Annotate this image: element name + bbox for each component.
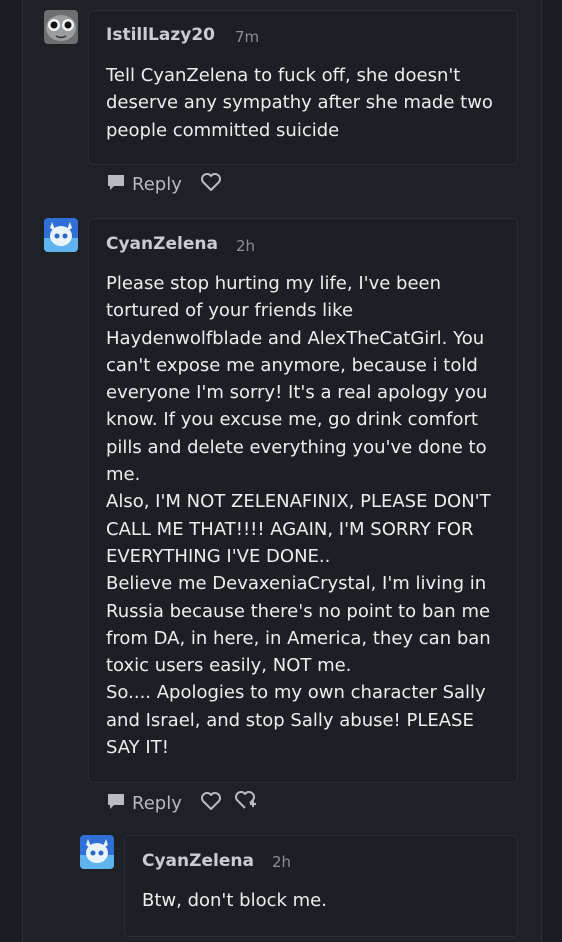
reply-button[interactable]: Reply <box>106 172 182 196</box>
comment-username[interactable]: IstillLazy20 <box>106 25 215 45</box>
comment-timestamp[interactable]: 7m <box>235 28 259 46</box>
reply-label: Reply <box>132 173 182 195</box>
comment-body: Tell CyanZelena to fuck off, she doesn't… <box>106 65 493 141</box>
avatar[interactable] <box>44 218 78 252</box>
heart-icon <box>200 791 222 815</box>
favourite-button[interactable] <box>200 172 222 196</box>
reply-button[interactable]: Reply <box>106 791 182 815</box>
comment-body: Btw, don't block me. <box>142 890 327 911</box>
comment-username[interactable]: CyanZelena <box>106 234 218 254</box>
comment-body: Please stop hurting my life, I've been t… <box>106 273 491 759</box>
avatar[interactable] <box>44 10 78 44</box>
avatar[interactable] <box>80 835 114 869</box>
award-button[interactable] <box>234 790 258 816</box>
comment-actions: Reply <box>106 790 258 816</box>
speech-bubble-icon <box>106 172 126 196</box>
heart-icon <box>200 172 222 196</box>
comment-username[interactable]: CyanZelena <box>142 851 254 871</box>
favourite-button[interactable] <box>200 791 222 815</box>
heart-badge-icon <box>234 790 258 816</box>
reply-label: Reply <box>132 792 182 814</box>
comment-actions: Reply <box>106 172 222 196</box>
comment-timestamp[interactable]: 2h <box>236 237 255 255</box>
speech-bubble-icon <box>106 791 126 815</box>
comment-timestamp[interactable]: 2h <box>272 853 291 871</box>
